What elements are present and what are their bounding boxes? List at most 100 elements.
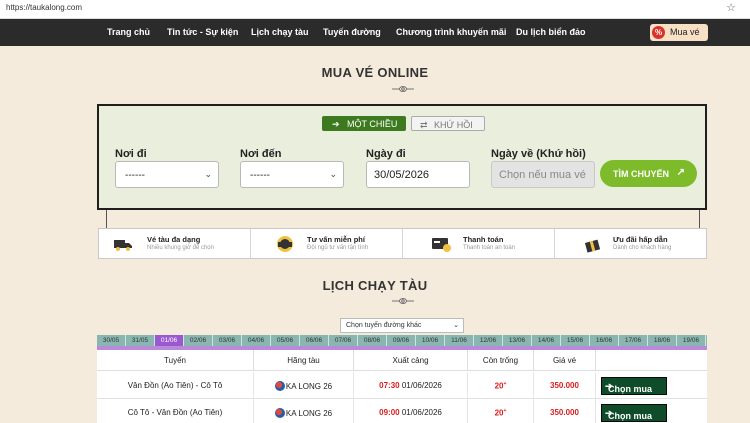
nav-item-schedule[interactable]: Lịch chạy tàu [251,27,309,37]
date-tab[interactable]: 14/06 [532,335,561,346]
feature-item: Vé tàu đa dạng Nhiều khung giờ để chọn [99,229,251,258]
divider [699,210,700,228]
headset-icon [277,236,293,252]
departure-date: 01/06/2026 [401,408,442,417]
date-tab[interactable]: 01/06 [155,335,184,346]
arrow-right-icon: ➔ [332,119,340,129]
feature-item: Thanh toán Thanh toán an toàn [403,229,555,258]
table-row: Cô Tô - Vân Đồn (Ao Tiên) KA LONG 26 09:… [97,399,707,423]
from-label: Nơi đi [115,148,147,160]
to-label: Nơi đến [240,148,282,160]
feature-title: Tư vấn miễn phí [307,235,365,244]
date-tab[interactable]: 18/06 [648,335,677,346]
date-tab[interactable]: 13/06 [503,335,532,346]
to-select[interactable]: ------ ⌄ [240,161,344,188]
departure-date: 01/06/2026 [401,381,442,390]
date-tab[interactable]: 10/06 [416,335,445,346]
date-tab[interactable]: 05/06 [271,335,300,346]
from-select[interactable]: ------ ⌄ [115,161,219,188]
card-icon [432,238,451,252]
tab-one-way-label: MỘT CHIỀU [347,119,398,129]
departure-time: 07:30 [379,381,400,390]
date-tab[interactable]: 06/06 [300,335,329,346]
chevron-down-icon: ⌄ [329,169,337,179]
feature-subtitle: Nhiều khung giờ để chọn [147,245,214,251]
date-tab[interactable]: 12/06 [474,335,503,346]
chevron-down-icon: ⌄ [204,169,212,179]
column-header [596,350,707,371]
feature-item: Ưu đãi hấp dẫn Dành cho khách hàng [555,229,706,258]
nav-item-routes[interactable]: Tuyến đường [323,27,381,37]
route-select[interactable]: Chọn tuyến đường khác ⌄ [340,318,464,333]
route-cell: Vân Đồn (Ao Tiên) - Cô Tô [127,381,223,390]
ornament-icon [392,86,414,92]
swap-arrows-icon: ⇄ [420,120,428,130]
nav-item-promotions[interactable]: Chương trình khuyến mãi [396,27,506,37]
date-tab[interactable]: 31/05 [126,335,155,346]
carrier-cell: KA LONG 26 [285,382,333,391]
return-date-label: Ngày về (Khứ hồi) [491,148,586,160]
depart-date-input[interactable]: 30/05/2026 [366,161,470,188]
carrier-cell: KA LONG 26 [285,409,333,418]
carrier-logo-icon [274,381,285,391]
buy-ticket-button[interactable]: % Mua vé [650,24,708,41]
discount-icon: % [652,26,665,39]
date-tab[interactable]: 16/06 [590,335,619,346]
date-tab[interactable]: 09/06 [387,335,416,346]
feature-title: Vé tàu đa dạng [147,235,201,244]
main-nav: Trang chủ Tin tức - Sự kiện Lịch chạy tà… [0,19,750,46]
date-tab[interactable]: 19/06 [677,335,706,346]
date-tab[interactable]: 04/06 [242,335,271,346]
feature-subtitle: Dành cho khách hàng [613,245,672,251]
date-tab[interactable]: 02/06 [184,335,213,346]
buy-ticket-label: Mua vé [670,27,700,37]
feature-subtitle: Đội ngũ tư vấn tận tình [307,245,369,251]
feature-title: Ưu đãi hấp dẫn [613,235,668,244]
carrier-logo-icon [274,408,285,418]
bookmark-star-icon[interactable]: ☆ [726,1,736,14]
nav-item-island-travel[interactable]: Du lịch biển đảo [516,27,586,37]
url-text[interactable]: https://taukalong.com [6,3,82,12]
nav-item-news[interactable]: Tin tức - Sự kiện [167,27,238,37]
date-tab[interactable]: 17/06 [619,335,648,346]
features-strip: Vé tàu đa dạng Nhiều khung giờ để chọn T… [98,228,707,259]
date-tab[interactable]: 03/06 [213,335,242,346]
return-date-input[interactable]: Chọn nếu mua vé [491,161,595,188]
date-tab[interactable]: 07/06 [329,335,358,346]
date-tab[interactable]: 11/06 [445,335,474,346]
depart-date-value: 30/05/2026 [374,169,430,181]
address-bar[interactable]: https://taukalong.com ☆ [0,0,750,19]
from-value: ------ [125,170,145,181]
booking-form: ➔ MỘT CHIỀU ⇄ KHỨ HỒI Nơi đi ------ ⌄ Nơ… [97,104,707,210]
departure-time: 09:00 [379,408,400,417]
truck-icon [114,240,132,251]
feature-title: Thanh toán [463,235,504,244]
nav-item-home[interactable]: Trang chủ [107,27,150,37]
tab-round-trip[interactable]: ⇄ KHỨ HỒI [411,116,485,131]
tab-one-way[interactable]: ➔ MỘT CHIỀU [322,116,406,131]
divider [106,210,107,228]
find-trip-button[interactable]: TÌM CHUYẾN ↗ [600,160,697,187]
ornament-icon [392,298,414,304]
date-tab[interactable]: 30/05 [97,335,126,346]
date-strip: 30/05 31/05 01/06 02/06 03/06 04/06 05/06 06/06… [97,335,707,346]
date-tab[interactable]: 15/06 [561,335,590,346]
price-cell: 350.000 [550,408,579,417]
schedule-title: LỊCH CHẠY TÀU [322,278,428,293]
column-header: Tuyến [97,350,254,371]
chevron-down-icon: ⌄ [453,322,459,329]
table-row: Vân Đồn (Ao Tiên) - Cô Tô KA LONG 26 07:… [97,372,707,399]
select-buy-button[interactable]: ➔ Chọn mua [601,377,667,395]
column-header: Hãng tàu [254,350,354,371]
route-cell: Cô Tô - Vân Đồn (Ao Tiên) [127,408,223,417]
column-header: Xuất cảng [354,350,468,371]
find-trip-label: TÌM CHUYẾN [613,169,669,179]
to-value: ------ [250,170,270,181]
tab-round-trip-label: KHỨ HỒI [434,120,473,130]
select-buy-button[interactable]: ➔ Chọn mua [601,404,667,422]
date-tab[interactable]: 08/06 [358,335,387,346]
arrow-up-right-icon: ↗ [676,167,685,178]
depart-date-label: Ngày đi [366,148,406,160]
gift-icon [584,239,601,253]
feature-item: Tư vấn miễn phí Đội ngũ tư vấn tận tình [251,229,403,258]
